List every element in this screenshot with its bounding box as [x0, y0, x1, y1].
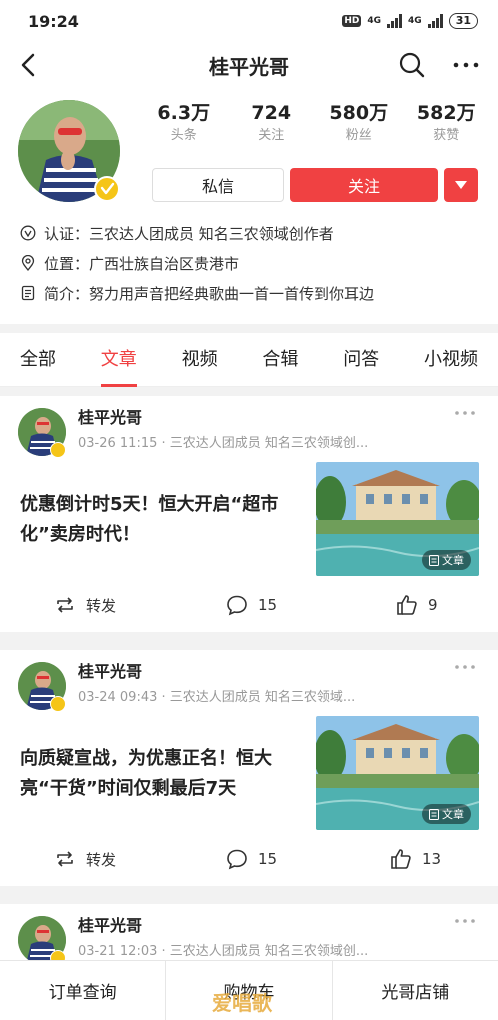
stat-value: 580万 — [329, 102, 389, 124]
battery-icon: 31 — [448, 13, 478, 29]
comment-count: 15 — [258, 596, 278, 614]
verified-badge-icon — [50, 696, 66, 712]
status-bar: 19:24 HD 4G 4G 31 — [0, 0, 498, 42]
post-meta: 03-21 12:03 · 三农达人团成员 知名三农领域创... — [78, 944, 369, 959]
more-options-icon[interactable] — [454, 408, 476, 418]
repost-icon — [57, 851, 73, 867]
message-button[interactable]: 私信 — [152, 168, 284, 202]
thumbs-up-icon — [397, 595, 417, 615]
info-label: 位置： — [44, 254, 90, 273]
status-icons: HD 4G 4G 31 — [342, 13, 478, 29]
back-arrow-icon[interactable] — [16, 52, 42, 78]
stat-label: 粉丝 — [345, 128, 372, 143]
content-tabs: 全部 文章 视频 合辑 问答 小视频 — [0, 333, 498, 387]
comment-button[interactable]: 15 — [226, 848, 277, 870]
shop-button[interactable]: 光哥店铺 — [333, 961, 498, 1020]
nav-bar: 桂平光哥 — [0, 42, 498, 88]
network-type-2: 4G — [408, 16, 422, 26]
post-meta: 03-26 11:15 · 三农达人团成员 知名三农领域创... — [78, 436, 369, 451]
caret-down-icon — [455, 181, 467, 189]
like-button[interactable]: 9 — [396, 594, 438, 616]
article-card[interactable]: 桂平光哥 03-26 11:15 · 三农达人团成员 知名三农领域创... 优惠… — [0, 396, 498, 632]
signal-icon — [387, 14, 403, 28]
thumb-label-text: 文章 — [442, 808, 464, 821]
stat-label: 头条 — [170, 128, 197, 143]
post-title[interactable]: 向质疑宣战，为优惠正名！恒大亮“干货”时间仅剩最后7天 — [20, 744, 300, 804]
info-label: 简介： — [44, 284, 90, 303]
thumb-label-text: 文章 — [442, 554, 464, 567]
post-title[interactable]: 优惠倒计时5天！恒大开启“超市化”卖房时代！ — [20, 490, 300, 550]
more-options-icon[interactable] — [452, 52, 480, 78]
location-pin-icon — [21, 255, 35, 271]
stat-following[interactable]: 724 关注 — [228, 100, 316, 146]
stat-likes[interactable]: 582万 获赞 — [403, 100, 491, 146]
page-title: 桂平光哥 — [209, 54, 289, 79]
post-thumbnail[interactable]: 文章 — [316, 462, 479, 576]
tab-videos[interactable]: 视频 — [182, 333, 218, 387]
signal-icon-2 — [427, 14, 443, 28]
follow-dropdown-button[interactable] — [444, 168, 478, 202]
like-count: 9 — [428, 596, 438, 614]
post-thumbnail[interactable]: 文章 — [316, 716, 479, 830]
tab-short-videos[interactable]: 小视频 — [424, 333, 478, 387]
comment-icon — [227, 849, 247, 870]
tab-articles[interactable]: 文章 — [100, 333, 137, 387]
info-label: 认证： — [44, 224, 90, 243]
profile-header: 6.3万 头条 724 关注 580万 粉丝 582万 获赞 私信 关注 认证：… — [0, 88, 498, 324]
comment-icon — [227, 595, 247, 616]
article-icon — [429, 808, 439, 820]
stat-label: 关注 — [258, 128, 285, 143]
info-verification: 认证： 三农达人团成员 知名三农领域创作者 — [20, 222, 334, 244]
stat-label: 获赞 — [433, 128, 460, 143]
info-text: 广西壮族自治区贵港市 — [89, 254, 240, 273]
search-icon[interactable] — [398, 51, 426, 79]
repost-label: 转发 — [86, 850, 117, 869]
article-card[interactable]: 桂平光哥 03-24 09:43 · 三农达人团成员 知名三农领域... 向质疑… — [0, 650, 498, 886]
repost-button[interactable]: 转发 — [54, 594, 116, 616]
tab-qa[interactable]: 问答 — [343, 333, 379, 387]
repost-label: 转发 — [86, 596, 117, 615]
status-time: 19:24 — [28, 11, 79, 31]
post-author[interactable]: 桂平光哥 — [78, 912, 142, 936]
profile-stats: 6.3万 头条 724 关注 580万 粉丝 582万 获赞 — [140, 100, 490, 146]
verified-badge-icon — [94, 176, 120, 202]
article-label: 文章 — [422, 550, 471, 570]
article-icon — [429, 554, 439, 566]
post-author[interactable]: 桂平光哥 — [78, 404, 142, 428]
post-meta: 03-24 09:43 · 三农达人团成员 知名三农领域... — [78, 690, 356, 705]
document-icon — [21, 285, 35, 301]
hd-icon: HD — [342, 15, 362, 27]
network-type-1: 4G — [367, 16, 382, 26]
more-options-icon[interactable] — [454, 916, 476, 926]
repost-icon — [57, 597, 73, 613]
stat-value: 582万 — [416, 102, 476, 124]
repost-button[interactable]: 转发 — [54, 848, 116, 870]
like-button[interactable]: 13 — [390, 848, 441, 870]
stat-posts[interactable]: 6.3万 头条 — [140, 100, 228, 146]
more-options-icon[interactable] — [454, 662, 476, 672]
tab-all[interactable]: 全部 — [20, 333, 56, 387]
verified-icon — [20, 225, 36, 241]
stat-followers[interactable]: 580万 粉丝 — [315, 100, 403, 146]
follow-button[interactable]: 关注 — [290, 168, 438, 202]
post-author[interactable]: 桂平光哥 — [78, 658, 142, 682]
info-location: 位置： 广西壮族自治区贵港市 — [20, 252, 239, 274]
like-count: 13 — [422, 850, 442, 868]
info-text: 三农达人团成员 知名三农领域创作者 — [89, 224, 334, 243]
comment-button[interactable]: 15 — [226, 594, 277, 616]
watermark: 爱唱歌 — [212, 991, 272, 1015]
order-query-button[interactable]: 订单查询 — [0, 961, 167, 1020]
thumbs-up-icon — [391, 849, 411, 869]
verified-badge-icon — [50, 442, 66, 458]
tab-collections[interactable]: 合辑 — [262, 333, 298, 387]
comment-count: 15 — [258, 850, 278, 868]
stat-value: 724 — [251, 102, 292, 124]
stat-value: 6.3万 — [157, 102, 211, 124]
info-text: 努力用声音把经典歌曲一首一首传到你耳边 — [89, 284, 375, 303]
article-label: 文章 — [422, 804, 471, 824]
info-bio: 简介： 努力用声音把经典歌曲一首一首传到你耳边 — [20, 282, 374, 304]
